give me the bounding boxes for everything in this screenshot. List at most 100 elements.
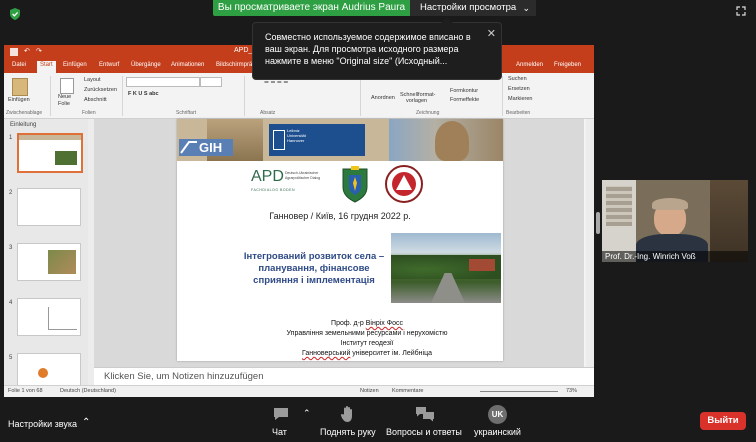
quick-styles-label-2[interactable]: vorlagen [406,98,427,104]
qa-label[interactable]: Вопросы и ответы [386,427,462,437]
raise-hand-icon[interactable] [340,405,356,423]
notes-placeholder[interactable]: Klicken Sie, um Notizen hinzuzufügen [104,371,263,382]
slide-thumbnail-4[interactable] [17,298,81,336]
apd-sub-3: FACHDIALOG BODEN [251,188,295,192]
author-line: Проф. д-р Вінріх Фосс [237,319,497,329]
university-line: Ганноверський університет ім. Лейбніца [237,349,497,359]
chevron-down-icon: ⌄ [522,3,530,13]
paste-icon[interactable] [12,78,28,96]
apd-logo: APD Deutsch-Ukrainischer Agrarpolitische… [251,168,320,196]
thumb-number: 2 [9,190,13,196]
gih-logo-text: GIH [199,140,223,155]
section-header[interactable]: Einleitung [10,122,36,128]
slide-thumbnail-2[interactable] [17,188,81,226]
thumb-number: 5 [9,355,13,361]
participant-video[interactable] [602,180,748,262]
thumb-number: 4 [9,300,13,306]
screen-share-banner: Вы просматриваете экран Audrius Paura [213,0,410,16]
tooltip-text: Совместно используемое содержимое вписан… [265,32,471,66]
view-options-label: Настройки просмотра [420,2,517,13]
share-link[interactable]: Freigeben [554,62,581,68]
slide-date-line: Ганновер / Київ, 16 грудня 2022 р. [269,211,411,221]
leave-button[interactable]: Выйти [700,412,746,430]
chat-chevron-up-icon[interactable]: ⌃ [303,408,311,419]
paste-label[interactable]: Einfügen [8,97,30,103]
new-slide-icon[interactable] [60,78,74,94]
slide-thumbnail-3[interactable] [17,243,81,281]
group-drawing: Zeichnung [416,110,440,116]
view-options-button[interactable]: Настройки просмотра ⌄ [410,0,536,16]
gih-logo: GIH [179,139,233,156]
luh-logo-line-3: Hannover [287,138,305,143]
tab-start[interactable]: Start [37,61,56,73]
save-icon[interactable] [10,48,18,56]
security-shield-icon[interactable] [8,7,22,21]
notes-pane[interactable]: Klicken Sie, um Notizen hinzuzufügen [94,367,594,386]
university-seal-icon [385,165,423,203]
bold-button[interactable]: F K U S abc [128,91,159,97]
sign-in-link[interactable]: Anmelden [516,62,543,68]
chat-icon[interactable] [272,406,290,422]
tab-animationen[interactable]: Animationen [171,62,204,68]
group-clipboard: Zwischenablage [6,110,43,116]
font-size-box[interactable] [200,77,222,87]
arrange-button[interactable]: Anordnen [371,95,395,101]
section-button[interactable]: Abschnitt [84,97,107,103]
group-paragraph: Absatz [260,110,276,116]
notes-toggle[interactable]: Notizen [360,388,379,394]
zoom-level[interactable]: 73% [566,388,577,394]
select-button[interactable]: Markieren [508,96,532,102]
group-slides: Folien [82,110,96,116]
find-button[interactable]: Suchen [508,76,527,82]
chevron-up-icon[interactable]: ⌃ [82,417,90,428]
fullscreen-icon[interactable] [736,6,746,16]
author-name: Вінріх Фосс [365,320,403,327]
raise-hand-label[interactable]: Поднять руку [320,427,376,437]
split-view-divider-handle[interactable] [596,212,600,234]
redo-icon[interactable]: ↷ [36,47,42,55]
undo-icon[interactable]: ↶ [24,47,30,55]
tab-datei[interactable]: Datei [12,62,26,68]
slide-thumbnail-panel[interactable]: Einleitung 1 2 3 4 5 [4,119,89,391]
group-font: Schriftart [176,110,197,116]
font-name-box[interactable] [126,77,200,87]
new-slide-label-2[interactable]: Folie [58,101,70,107]
close-icon[interactable]: ✕ [487,27,496,40]
slide-preview[interactable]: GIH Leibniz Universität Hannover APD Deu… [177,119,503,361]
thumb-number: 3 [9,245,13,251]
department-line: Управління земельними ресурсами і нерухо… [286,330,448,337]
editor-scrollbar[interactable] [586,119,594,367]
apd-logo-text: APD [251,168,284,185]
ukraine-crest-icon [342,166,368,203]
university-rest: університет ім. Лейбніца [350,350,432,357]
chat-button-label[interactable]: Чат [272,427,287,437]
language-badge[interactable]: UK [488,405,507,424]
language-label[interactable]: украинский [474,427,521,437]
tab-entwurf[interactable]: Entwurf [99,62,119,68]
new-slide-label-1[interactable]: Neue [58,94,71,100]
apd-sub-2: Agrarpolitischer Dialog [285,176,321,180]
luh-logo: Leibniz Universität Hannover [269,124,365,156]
participant-name-label: Prof. Dr.-Ing. Winrich Voß [602,251,748,262]
zoom-slider[interactable] [480,391,558,392]
layout-button[interactable]: Layout [84,77,101,83]
group-editing: Bearbeiten [506,110,531,116]
apd-sub-1: Deutsch-Ukrainischer [285,171,319,175]
audio-settings-button[interactable]: Настройки звука [8,419,77,429]
comments-toggle[interactable]: Kommentare [392,388,424,394]
tab-einfuegen[interactable]: Einfügen [63,62,87,68]
reset-button[interactable]: Zurücksetzen [84,87,117,93]
thumb-number: 1 [9,135,13,141]
shape-effects-button[interactable]: Formeffekte [450,97,479,103]
slide-thumbnail-1[interactable] [17,133,83,173]
tab-uebergaenge[interactable]: Übergänge [131,62,161,68]
author-prefix: Проф. д-р [331,320,366,327]
slide-title: Інтегрований розвиток села – планування,… [243,251,385,286]
replace-button[interactable]: Ersetzen [508,86,530,92]
slide-header-banner: GIH Leibniz Universität Hannover [177,119,503,161]
shape-outline-button[interactable]: Formkontur [450,88,478,94]
language-status[interactable]: Deutsch (Deutschland) [60,388,116,394]
qa-icon[interactable] [415,406,435,422]
statue-image [389,119,503,161]
ppt-status-bar: Folie 1 von 68 Deutsch (Deutschland) Not… [4,385,594,397]
